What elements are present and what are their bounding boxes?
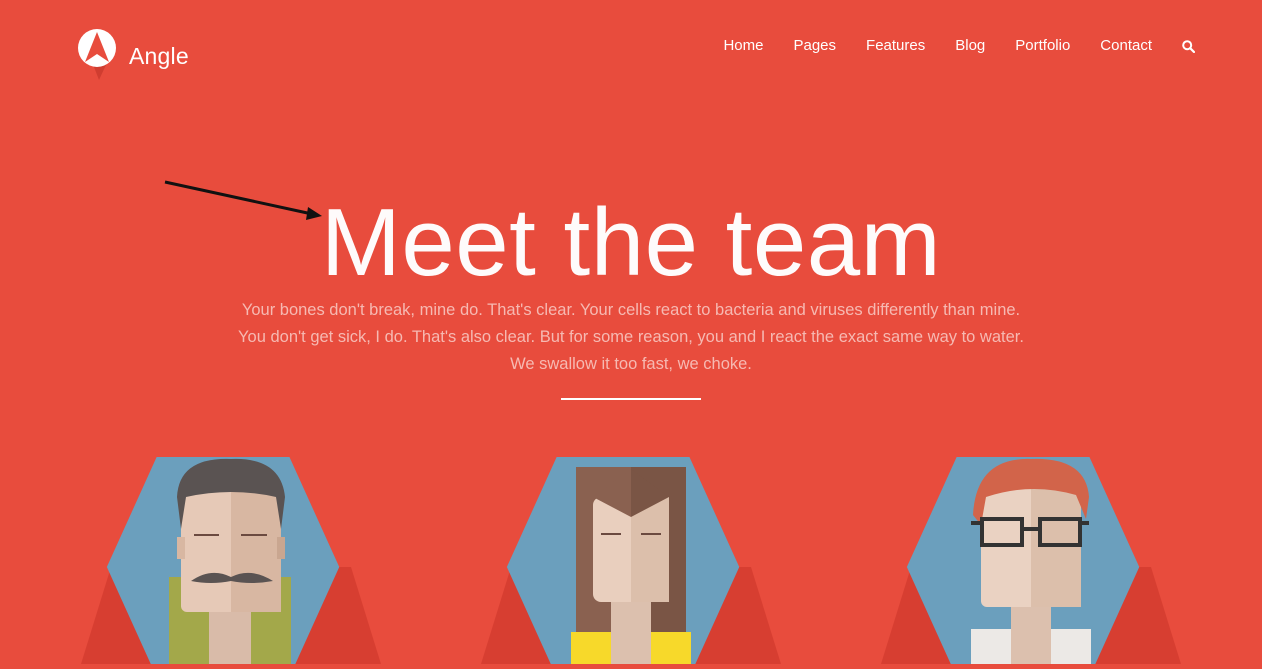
brand-name: Angle	[129, 42, 189, 69]
nav-home[interactable]: Home	[723, 36, 763, 56]
woman-long-hair-avatar	[481, 457, 781, 669]
team-member-card[interactable]	[481, 457, 781, 669]
logo[interactable]: Angle	[77, 28, 189, 84]
page-title: Meet the team	[320, 189, 942, 296]
nav-pages[interactable]: Pages	[793, 36, 836, 56]
team-member-card[interactable]	[81, 457, 381, 669]
angle-logo-icon	[78, 29, 116, 80]
man-mustache-avatar	[81, 457, 381, 669]
nav-contact[interactable]: Contact	[1100, 36, 1152, 56]
hero-subtitle: Your bones don't break, mine do. That's …	[238, 301, 1024, 373]
man-glasses-avatar	[881, 457, 1181, 669]
main-nav: Home Pages Features Blog Portfolio Conta…	[693, 36, 1196, 56]
divider	[561, 398, 701, 400]
nav-features[interactable]: Features	[866, 36, 925, 56]
top-navigation-bar: Angle Home Pages Features Blog Portfolio…	[0, 0, 1262, 95]
team-member-card[interactable]	[881, 457, 1181, 669]
nav-blog[interactable]: Blog	[955, 36, 985, 56]
search-icon[interactable]	[1180, 38, 1196, 54]
nav-portfolio[interactable]: Portfolio	[1015, 36, 1070, 56]
